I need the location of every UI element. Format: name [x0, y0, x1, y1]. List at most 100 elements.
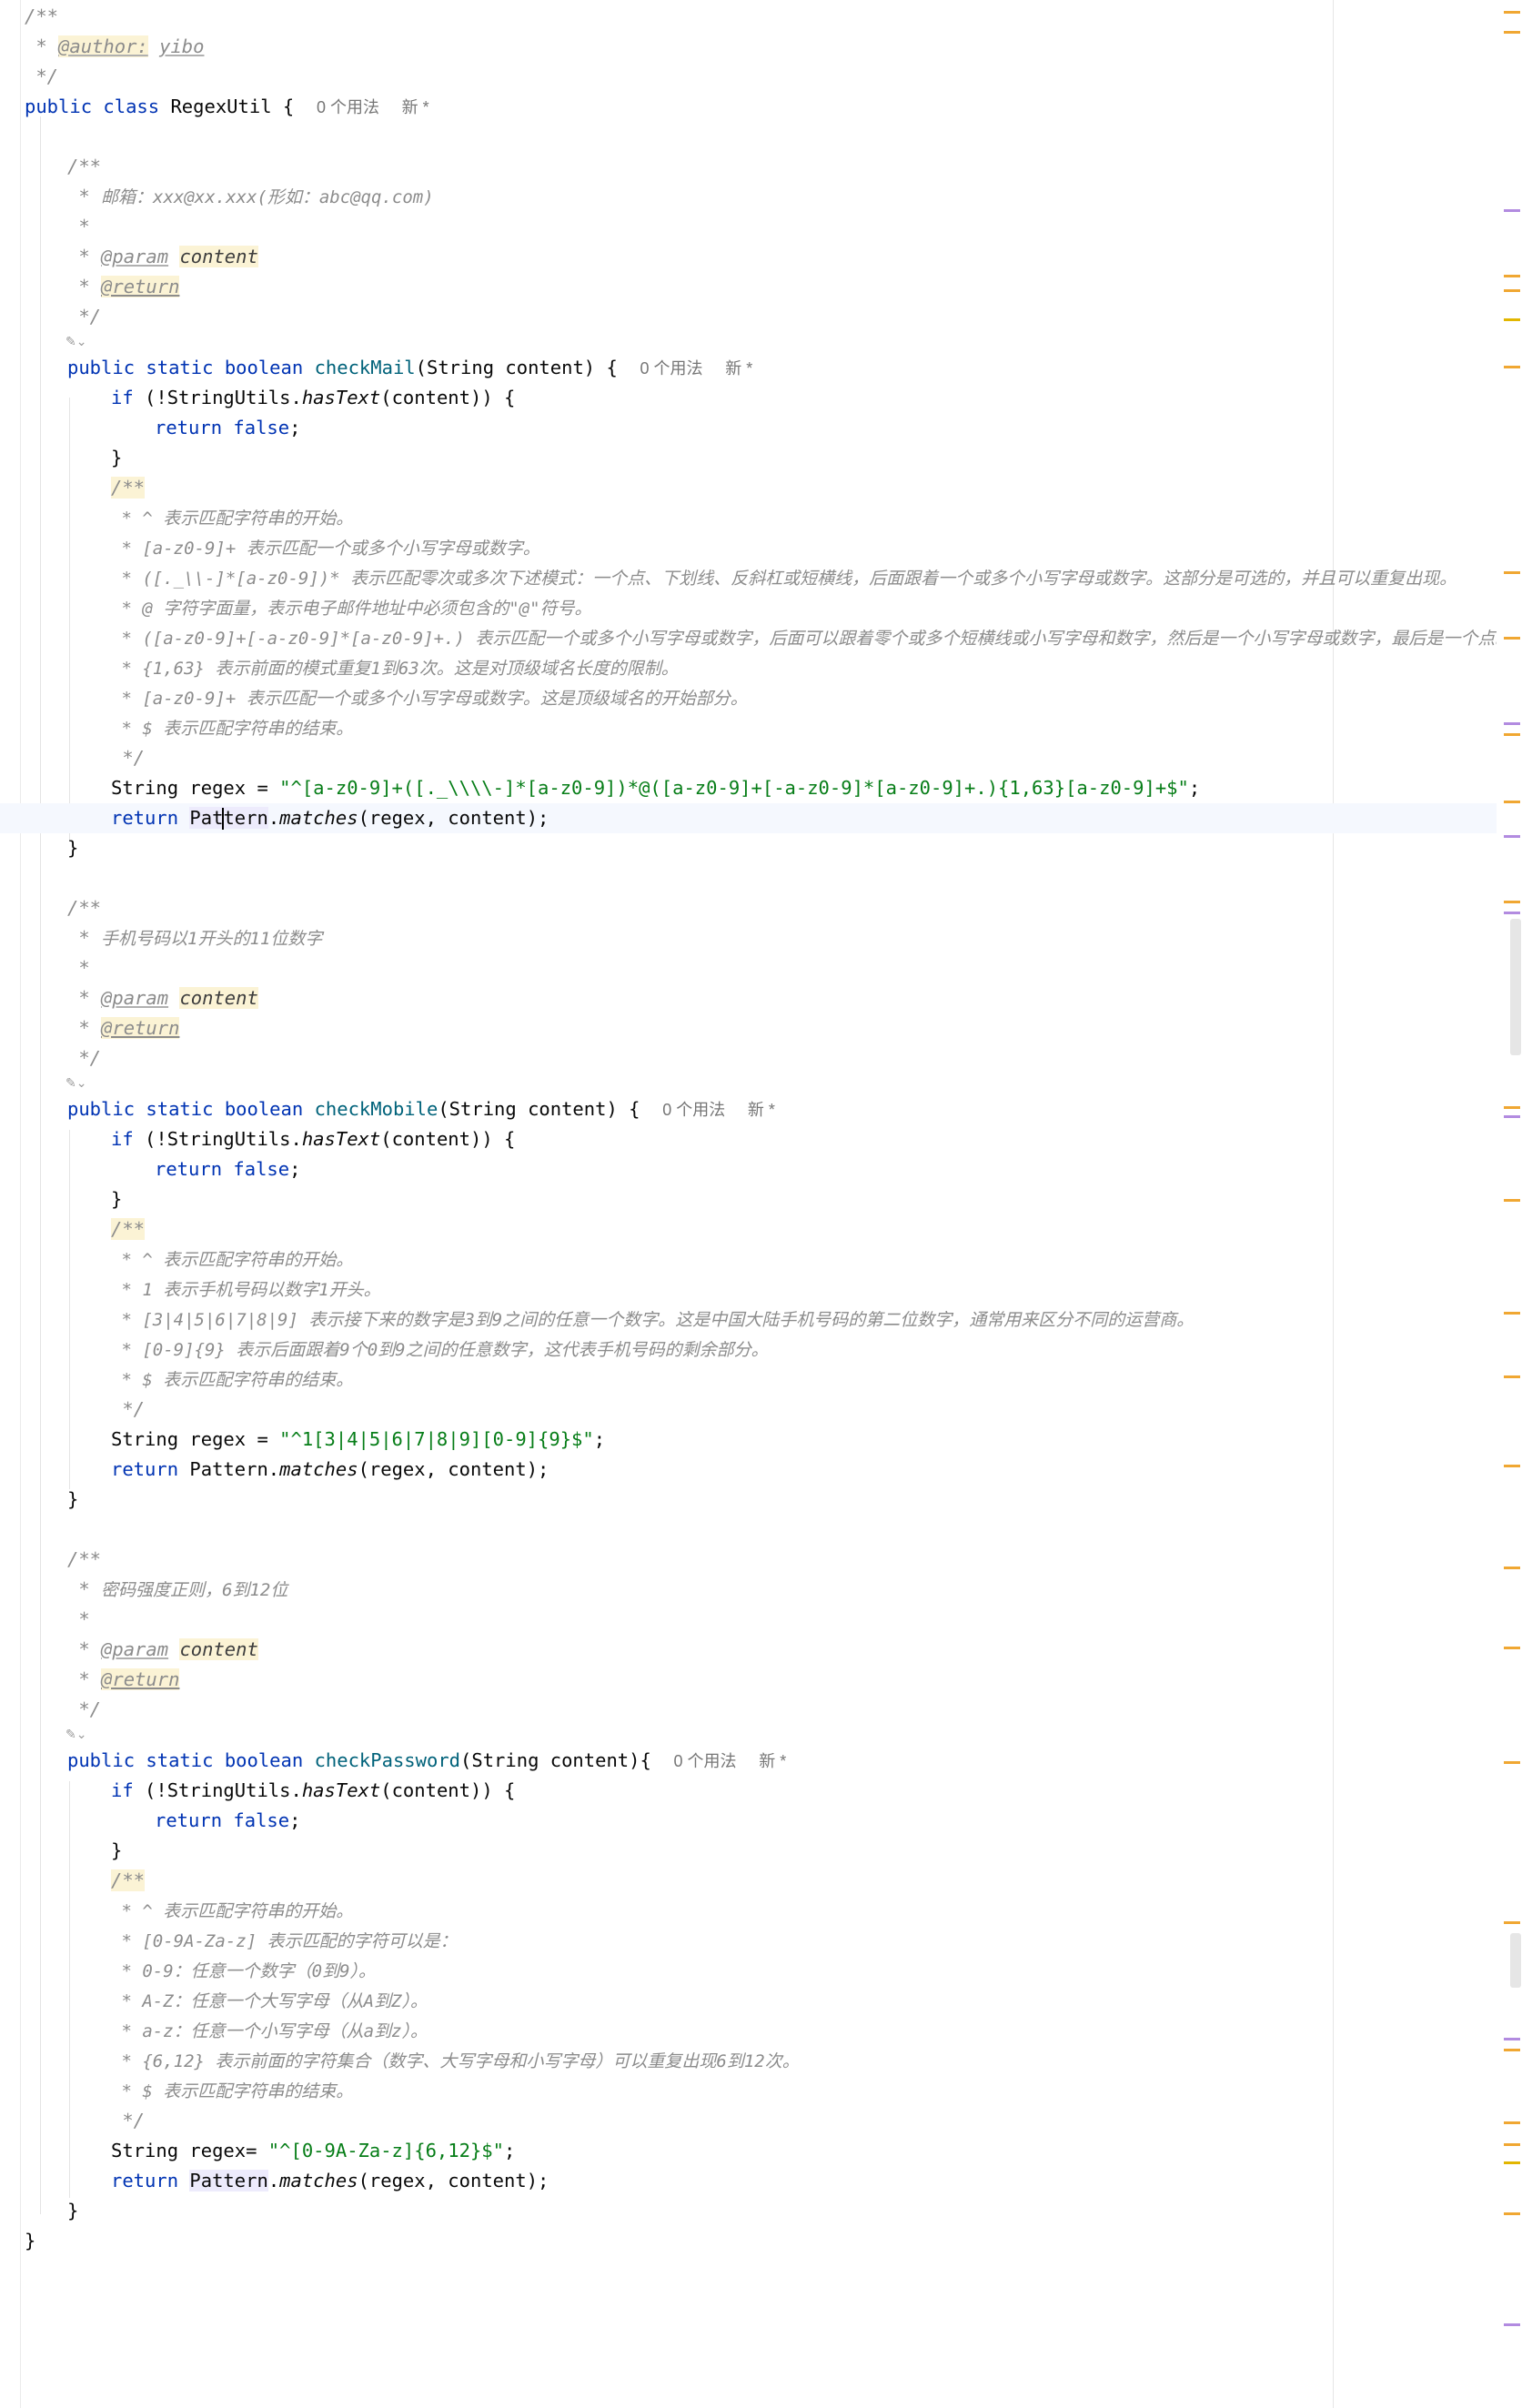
code-line: * — [78, 216, 90, 237]
marker-stripe[interactable] — [1504, 2049, 1520, 2051]
marker-stripe[interactable] — [1504, 722, 1520, 725]
code-line: return false; — [155, 417, 301, 438]
new-hint[interactable]: 新 * — [725, 359, 752, 378]
comment-line: * [0-9A-Za-z] 表示匹配的字符可以是： — [121, 1931, 458, 1951]
current-line[interactable]: return Pattern.matches(regex, content); — [0, 803, 1497, 833]
marker-stripe[interactable] — [1504, 1761, 1520, 1764]
new-hint[interactable]: 新 * — [759, 1752, 786, 1770]
code-line: } — [67, 2200, 79, 2222]
code-line: */ — [78, 1698, 102, 1720]
marker-stripe[interactable] — [1504, 901, 1520, 903]
comment-line: * $ 表示匹配字符串的结束。 — [121, 719, 354, 739]
marker-stripe[interactable] — [1504, 1921, 1520, 1924]
code-line: } — [67, 1488, 79, 1510]
regex-string: "^[a-z0-9]+([._\\\\-]*[a-z0-9])*@([a-z0-… — [279, 777, 1189, 799]
ai-assistant-icon[interactable]: ✎⌄ — [66, 1724, 102, 1746]
marker-stripe[interactable] — [1504, 1647, 1520, 1649]
comment-line: * ([._\\-]*[a-z0-9])* 表示匹配零次或多次下述模式：一个点、… — [121, 569, 1457, 589]
marker-stripe[interactable] — [1504, 366, 1520, 368]
marker-stripe[interactable] — [1504, 1567, 1520, 1569]
marker-stripe[interactable] — [1504, 2161, 1520, 2164]
code-line: /** — [111, 477, 146, 499]
regex-string: "^1[3|4|5|6|7|8|9][0-9]{9}$" — [279, 1428, 594, 1450]
comment-line: * {6,12} 表示前面的字符集合（数字、大写字母和小写字母）可以重复出现6到… — [121, 2051, 800, 2071]
usage-hint[interactable]: 0 个用法 — [640, 359, 703, 378]
new-hint[interactable]: 新 * — [748, 1101, 775, 1119]
code-line: if (!StringUtils.hasText(content)) { — [111, 1128, 516, 1150]
ai-assistant-icon[interactable]: ✎⌄ — [66, 1073, 102, 1094]
code-line: /** — [67, 897, 102, 919]
marker-stripe[interactable] — [1504, 2143, 1520, 2146]
marker-stripe[interactable] — [1504, 733, 1520, 736]
comment-line: * ^ 表示匹配字符串的开始。 — [121, 509, 354, 529]
marker-stripe[interactable] — [1504, 801, 1520, 803]
code-line: * @return — [78, 276, 180, 297]
comment-line: * a-z：任意一个小写字母（从a到z）。 — [121, 2021, 428, 2041]
marker-stripe[interactable] — [1504, 637, 1520, 640]
mobile-doc-desc: 手机号码以1开头的11位数字 — [101, 929, 323, 949]
code-line: * @param content — [78, 987, 258, 1009]
ai-assistant-icon[interactable]: ✎⌄ — [66, 331, 102, 353]
code-line: */ — [78, 1047, 102, 1069]
code-line: /** — [111, 1869, 146, 1891]
code-line: * @return — [78, 1668, 180, 1690]
marker-stripe[interactable] — [1504, 2121, 1520, 2124]
code-line: /** — [67, 1548, 102, 1570]
marker-stripe[interactable] — [1504, 275, 1520, 277]
code-line: return Pattern.matches(regex, content); — [111, 2170, 549, 2191]
marker-stripe[interactable] — [1504, 1115, 1520, 1118]
author-tag: @author: — [58, 35, 148, 57]
method-signature-checkmobile: public static boolean checkMobile(String… — [67, 1098, 775, 1120]
method-name: checkMail — [314, 357, 416, 378]
marker-stripe[interactable] — [1504, 318, 1520, 321]
vertical-scrollbar[interactable] — [1497, 0, 1522, 2408]
marker-stripe[interactable] — [1504, 1312, 1520, 1315]
code-line: /** — [67, 156, 102, 177]
marker-stripe[interactable] — [1504, 1375, 1520, 1378]
comment-line: * $ 表示匹配字符串的结束。 — [121, 2081, 354, 2101]
marker-stripe[interactable] — [1504, 2323, 1520, 2326]
code-line: return Pattern.matches(regex, content); — [111, 1458, 549, 1480]
code-line: * — [78, 957, 90, 979]
marker-stripe[interactable] — [1504, 1106, 1520, 1109]
code-editor[interactable]: /** * @author: yibo */ public class Rege… — [0, 0, 1522, 2408]
code-line: /** — [111, 1218, 146, 1240]
code-line: */ — [122, 1398, 146, 1420]
marker-stripe[interactable] — [1504, 31, 1520, 34]
marker-stripe[interactable] — [1504, 2212, 1520, 2215]
code-line: */ — [122, 747, 146, 769]
code-line: if (!StringUtils.hasText(content)) { — [111, 1779, 516, 1801]
code-line: } — [67, 837, 79, 859]
scrollbar-thumb[interactable] — [1510, 919, 1521, 1055]
marker-stripe[interactable] — [1504, 289, 1520, 292]
code-area[interactable]: /** * @author: yibo */ public class Rege… — [0, 0, 1497, 2408]
comment-line: * $ 表示匹配字符串的结束。 — [121, 1370, 354, 1390]
indent-guide — [69, 1130, 70, 1489]
scrollbar-thumb[interactable] — [1510, 1933, 1521, 1988]
comment-line: * [a-z0-9]+ 表示匹配一个或多个小写字母或数字。这是顶级域名的开始部分… — [121, 689, 748, 709]
class-name: RegexUtil — [170, 96, 272, 117]
code-line: * @param content — [78, 246, 258, 267]
marker-stripe[interactable] — [1504, 1465, 1520, 1467]
marker-stripe[interactable] — [1504, 1199, 1520, 1202]
code-line: * 邮箱：xxx@xx.xxx(形如：abc@qq.com) — [78, 186, 434, 207]
marker-stripe[interactable] — [1504, 571, 1520, 574]
marker-stripe[interactable] — [1504, 11, 1520, 14]
usage-hint[interactable]: 0 个用法 — [662, 1101, 725, 1119]
new-hint[interactable]: 新 * — [402, 98, 429, 116]
author-name: yibo — [159, 35, 205, 57]
comment-line: * A-Z：任意一个大写字母（从A到Z）。 — [121, 1991, 428, 2011]
code-line: /** — [25, 5, 59, 27]
marker-stripe[interactable] — [1504, 209, 1520, 212]
code-line: * @return — [78, 1017, 180, 1039]
usage-hint[interactable]: 0 个用法 — [674, 1752, 737, 1770]
code-line: return false; — [155, 1158, 301, 1180]
usage-hint[interactable]: 0 个用法 — [317, 98, 379, 116]
marker-stripe[interactable] — [1504, 2038, 1520, 2040]
marker-stripe[interactable] — [1504, 835, 1520, 838]
comment-line: * [a-z0-9]+ 表示匹配一个或多个小写字母或数字。 — [121, 539, 540, 559]
comment-line: * @ 字符字面量，表示电子邮件地址中必须包含的"@"符号。 — [121, 599, 592, 619]
code-line: * — [78, 1608, 90, 1630]
marker-stripe[interactable] — [1504, 912, 1520, 914]
code-line: if (!StringUtils.hasText(content)) { — [111, 387, 516, 408]
